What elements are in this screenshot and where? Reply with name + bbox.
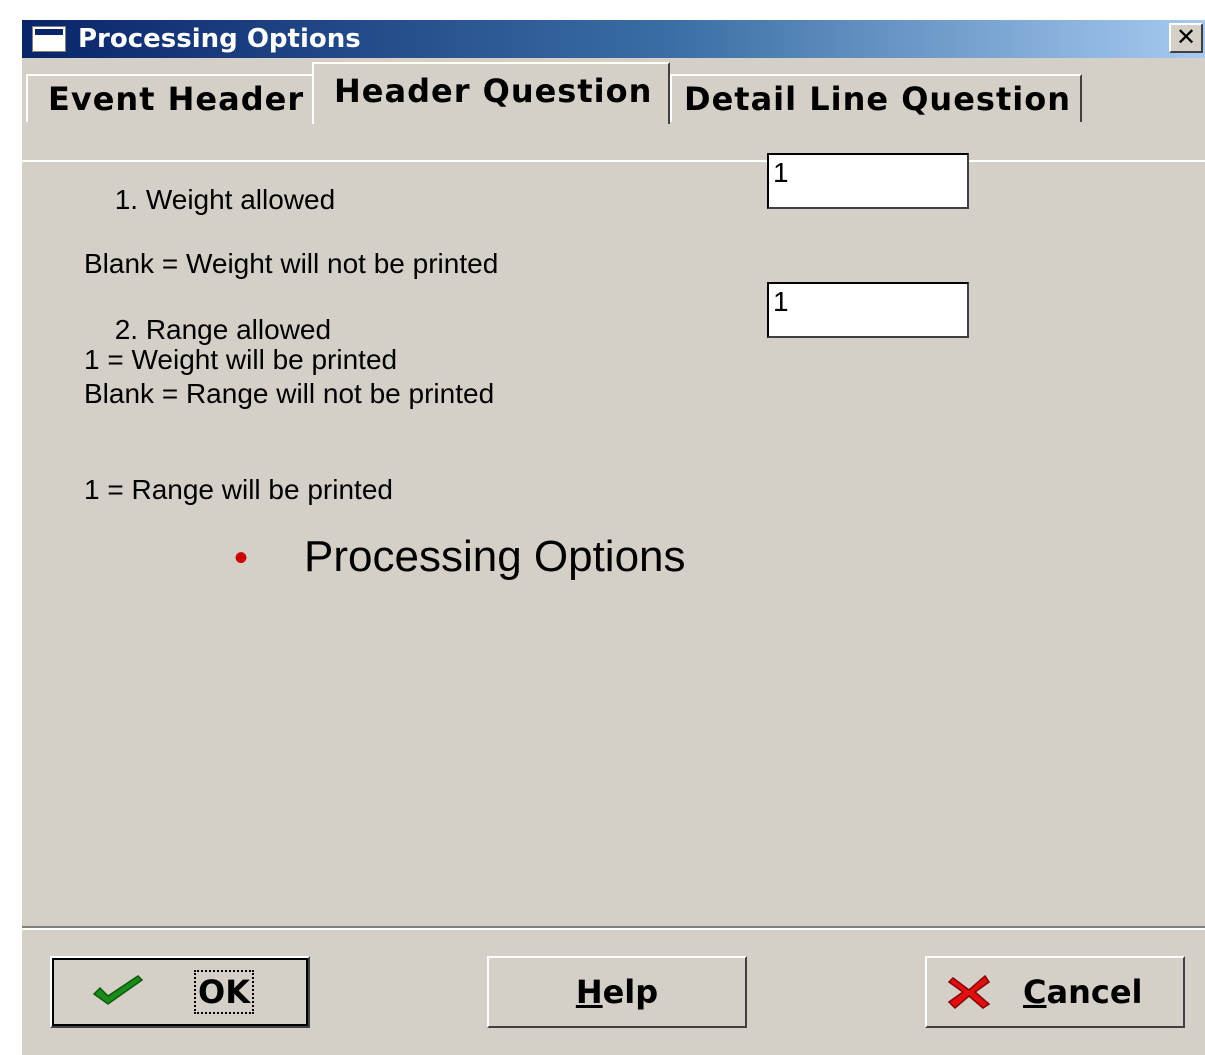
option-description: 1 = Range will be printed [84, 474, 393, 505]
window-icon [32, 26, 66, 52]
close-icon: ✕ [1175, 23, 1197, 51]
tab-strip: Event Header Detail Line Question Header… [22, 60, 1205, 162]
slide-caption: • Processing Options [234, 532, 686, 582]
tab-label: Detail Line Question [684, 80, 1071, 118]
red-x-icon [947, 974, 991, 1010]
cancel-button[interactable]: Cancel [925, 956, 1185, 1028]
ok-button[interactable]: OK [50, 956, 310, 1028]
option-label: 2. Range allowed Blank = Range will not … [68, 282, 494, 570]
option-title: 1. Weight allowed [114, 184, 336, 215]
cancel-mnemonic: C [1023, 973, 1047, 1011]
tab-detail-line-question[interactable]: Detail Line Question [670, 74, 1082, 122]
caption-text: Processing Options [304, 532, 686, 581]
tab-label: Header Question [334, 72, 653, 110]
close-button[interactable]: ✕ [1169, 23, 1203, 53]
option-description: Blank = Weight will not be printed [84, 248, 499, 279]
weight-allowed-input[interactable]: 1 [767, 153, 969, 209]
tab-label: Event Header [48, 80, 305, 118]
separator [22, 926, 1205, 930]
processing-options-window: Processing Options ✕ Event Header Detail… [20, 18, 1205, 1055]
option-range-allowed: 2. Range allowed Blank = Range will not … [68, 282, 494, 570]
cancel-label: Cancel [1023, 972, 1143, 1012]
range-allowed-input[interactable]: 1 [767, 282, 969, 338]
title-bar[interactable]: Processing Options ✕ [22, 20, 1205, 58]
help-label: elp [602, 973, 659, 1011]
ok-label: OK [194, 970, 254, 1014]
tab-header-question[interactable]: Header Question [312, 62, 670, 124]
option-title: 2. Range allowed [114, 314, 332, 345]
bullet: • [234, 536, 249, 580]
cancel-rest: ancel [1046, 973, 1143, 1011]
help-mnemonic: H [575, 973, 603, 1011]
option-description: Blank = Range will not be printed [84, 378, 495, 409]
tab-event-header[interactable]: Event Header [26, 74, 314, 122]
help-button[interactable]: Help [487, 956, 747, 1028]
window-title: Processing Options [78, 24, 361, 54]
checkmark-icon [92, 975, 144, 1005]
